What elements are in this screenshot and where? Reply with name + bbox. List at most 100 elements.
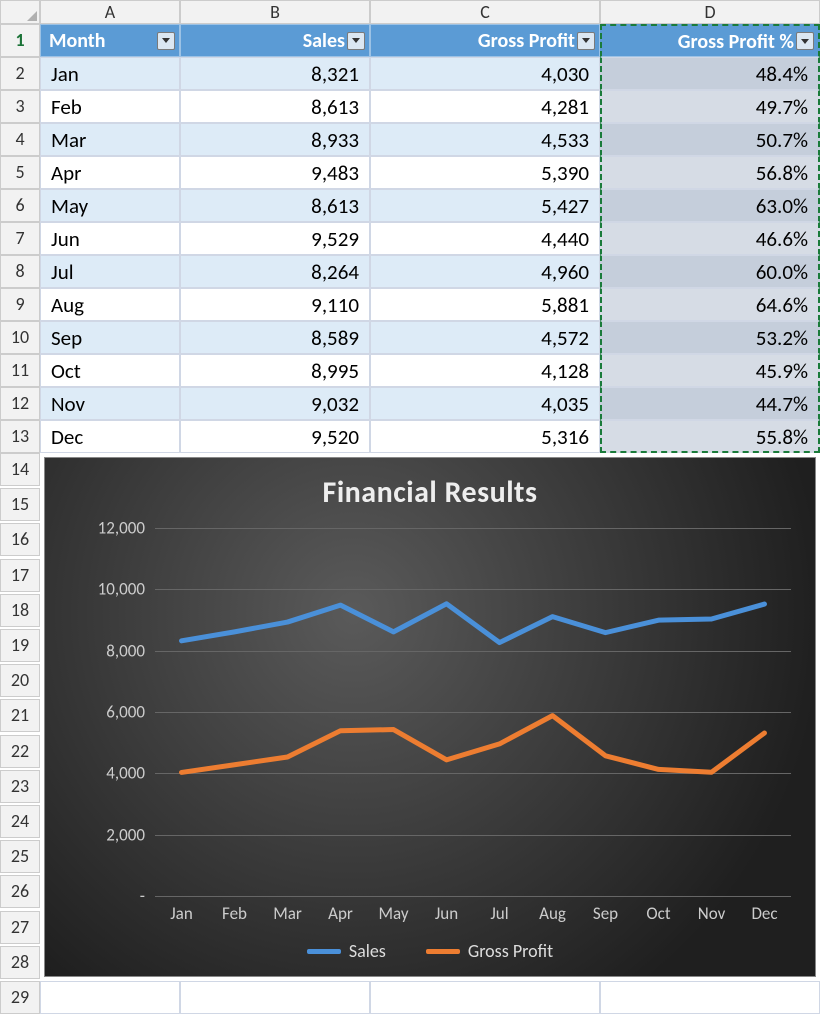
filter-dropdown-icon[interactable]	[577, 32, 595, 50]
cell[interactable]: 5,316	[370, 420, 600, 453]
row-header-14[interactable]: 14	[0, 453, 40, 486]
row-header-9[interactable]: 9	[0, 288, 40, 321]
cell[interactable]: 5,390	[370, 156, 600, 189]
row-header-10[interactable]: 10	[0, 321, 40, 354]
row-header-26[interactable]: 26	[0, 875, 40, 908]
filter-dropdown-icon[interactable]	[157, 32, 175, 50]
cell[interactable]: 44.7%	[600, 387, 820, 420]
cell[interactable]: 8,264	[180, 255, 370, 288]
cell[interactable]	[370, 981, 600, 1014]
col-header-b[interactable]: B	[180, 0, 370, 24]
y-tick-label: 4,000	[65, 763, 145, 784]
cell[interactable]: Oct	[40, 354, 180, 387]
row-header-18[interactable]: 18	[0, 594, 40, 627]
cell[interactable]: 63.0%	[600, 189, 820, 222]
cell[interactable]: Nov	[40, 387, 180, 420]
cell[interactable]: 8,933	[180, 123, 370, 156]
cell[interactable]: Dec	[40, 420, 180, 453]
cell[interactable]: 4,533	[370, 123, 600, 156]
cell[interactable]: 4,281	[370, 90, 600, 123]
cell[interactable]: 8,995	[180, 354, 370, 387]
chart[interactable]: Financial Results-2,0004,0006,0008,00010…	[44, 457, 816, 977]
cell[interactable]: Jan	[40, 57, 180, 90]
x-tick-label: Sep	[593, 903, 618, 924]
cell[interactable]: 9,032	[180, 387, 370, 420]
cell[interactable]	[180, 981, 370, 1014]
row-header-29[interactable]: 29	[0, 981, 40, 1014]
cell[interactable]: 45.9%	[600, 354, 820, 387]
col-header-a[interactable]: A	[40, 0, 180, 24]
row-header-15[interactable]: 15	[0, 488, 40, 521]
row-header-6[interactable]: 6	[0, 189, 40, 222]
cell[interactable]: 4,960	[370, 255, 600, 288]
row-header-23[interactable]: 23	[0, 770, 40, 803]
row-header-2[interactable]: 2	[0, 57, 40, 90]
row-header-16[interactable]: 16	[0, 523, 40, 556]
cell[interactable]: 64.6%	[600, 288, 820, 321]
col-header-d[interactable]: D	[600, 0, 820, 24]
row-header-19[interactable]: 19	[0, 629, 40, 662]
row-header-3[interactable]: 3	[0, 90, 40, 123]
cell[interactable]: 8,321	[180, 57, 370, 90]
col-header-c[interactable]: C	[370, 0, 600, 24]
cell[interactable]	[600, 981, 820, 1014]
cell[interactable]: 56.8%	[600, 156, 820, 189]
row-header-25[interactable]: 25	[0, 840, 40, 873]
cell[interactable]: 50.7%	[600, 123, 820, 156]
cell[interactable]: 55.8%	[600, 420, 820, 453]
row-header-5[interactable]: 5	[0, 156, 40, 189]
cell[interactable]: May	[40, 189, 180, 222]
header-gross-profit-pct[interactable]: Gross Profit %	[600, 24, 820, 57]
row-header-21[interactable]: 21	[0, 699, 40, 732]
header-gross-profit[interactable]: Gross Profit	[370, 24, 600, 57]
cell[interactable]: 48.4%	[600, 57, 820, 90]
cell[interactable]: 49.7%	[600, 90, 820, 123]
row-header-1[interactable]: 1	[0, 24, 40, 57]
header-sales[interactable]: Sales	[180, 24, 370, 57]
row-header-24[interactable]: 24	[0, 805, 40, 838]
cell[interactable]: 46.6%	[600, 222, 820, 255]
row-header-20[interactable]: 20	[0, 664, 40, 697]
cell[interactable]: Sep	[40, 321, 180, 354]
cell[interactable]: 4,572	[370, 321, 600, 354]
series-line	[182, 604, 765, 643]
row-header-7[interactable]: 7	[0, 222, 40, 255]
select-all-corner[interactable]	[0, 0, 40, 24]
row-header-28[interactable]: 28	[0, 946, 40, 979]
cell[interactable]: 60.0%	[600, 255, 820, 288]
row-header-27[interactable]: 27	[0, 911, 40, 944]
cell[interactable]: 9,110	[180, 288, 370, 321]
row-header-8[interactable]: 8	[0, 255, 40, 288]
cell[interactable]: Jul	[40, 255, 180, 288]
cell[interactable]: Feb	[40, 90, 180, 123]
cell[interactable]: 5,427	[370, 189, 600, 222]
row-header-13[interactable]: 13	[0, 420, 40, 453]
filter-dropdown-icon[interactable]	[347, 32, 365, 50]
cell[interactable]: 8,589	[180, 321, 370, 354]
cell[interactable]: 4,440	[370, 222, 600, 255]
cell[interactable]: 8,613	[180, 189, 370, 222]
header-month[interactable]: Month	[40, 24, 180, 57]
cell[interactable]: 4,030	[370, 57, 600, 90]
row-header-12[interactable]: 12	[0, 387, 40, 420]
cell[interactable]: Mar	[40, 123, 180, 156]
row-header-11[interactable]: 11	[0, 354, 40, 387]
cell[interactable]: 8,613	[180, 90, 370, 123]
filter-dropdown-icon[interactable]	[796, 32, 814, 50]
cell[interactable]	[40, 981, 180, 1014]
x-tick-label: Oct	[646, 903, 670, 924]
row-header-4[interactable]: 4	[0, 123, 40, 156]
cell[interactable]: Aug	[40, 288, 180, 321]
cell[interactable]: 9,483	[180, 156, 370, 189]
chart-title: Financial Results	[45, 458, 815, 511]
cell[interactable]: 4,035	[370, 387, 600, 420]
cell[interactable]: Jun	[40, 222, 180, 255]
cell[interactable]: 9,529	[180, 222, 370, 255]
cell[interactable]: Apr	[40, 156, 180, 189]
cell[interactable]: 4,128	[370, 354, 600, 387]
row-header-22[interactable]: 22	[0, 735, 40, 768]
row-header-17[interactable]: 17	[0, 559, 40, 592]
cell[interactable]: 53.2%	[600, 321, 820, 354]
cell[interactable]: 9,520	[180, 420, 370, 453]
cell[interactable]: 5,881	[370, 288, 600, 321]
